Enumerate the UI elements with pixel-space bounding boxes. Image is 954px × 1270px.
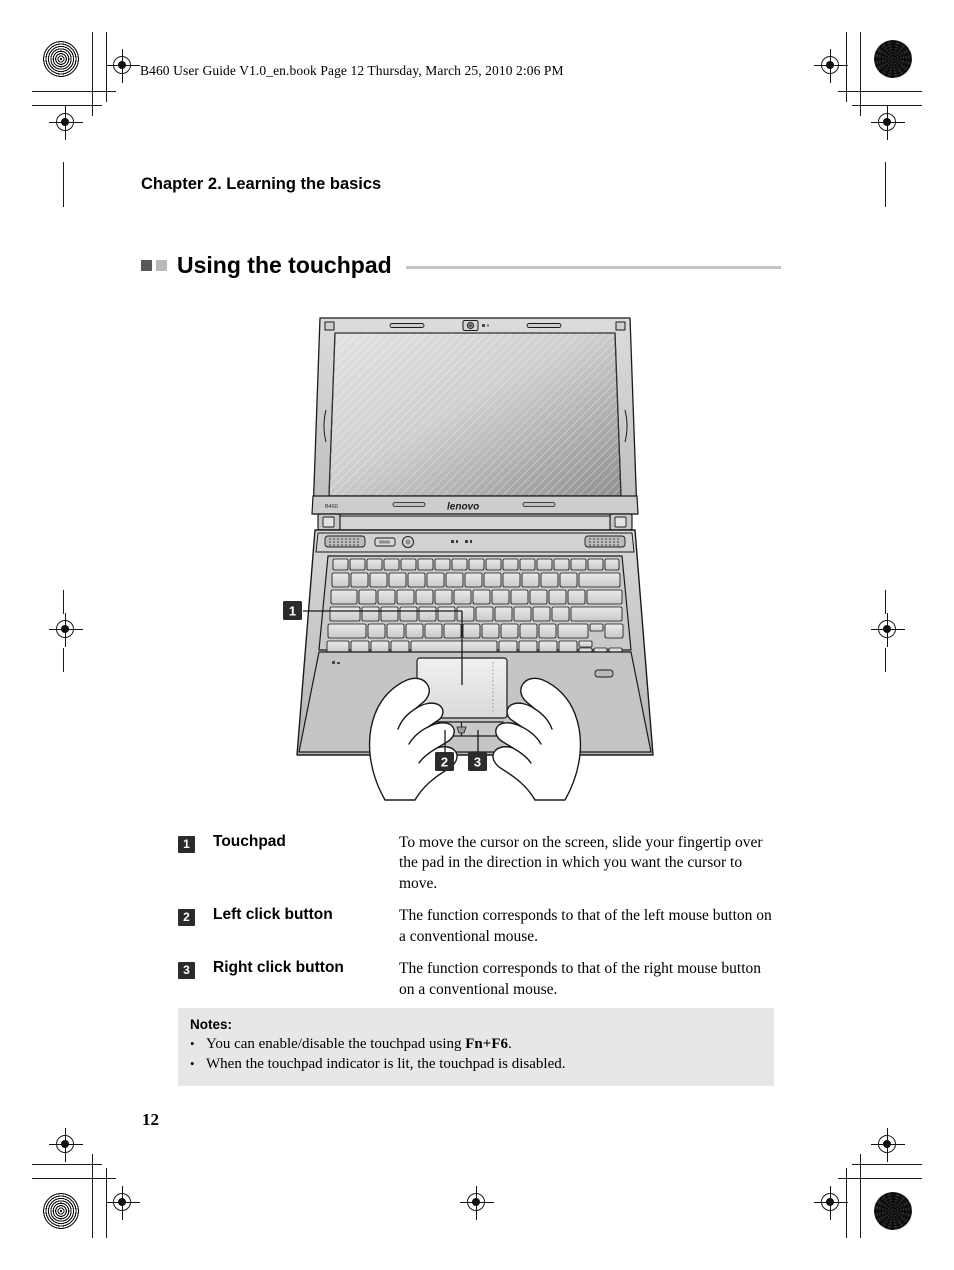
callout-badge-1: 1 [283, 601, 302, 620]
svg-text:3: 3 [474, 755, 481, 770]
halftone-target-top-left [42, 40, 80, 78]
crop-mark [92, 1154, 94, 1238]
crop-mark [885, 162, 887, 207]
svg-text:2: 2 [441, 755, 448, 770]
crop-mark [63, 648, 65, 672]
registration-crosshair [871, 613, 905, 647]
crop-mark [860, 32, 862, 116]
section-rule [405, 266, 781, 269]
callout-description: To move the cursor on the screen, slide … [399, 834, 763, 892]
heading-bullet-dark-icon [141, 260, 152, 271]
callout-label: Touchpad [213, 833, 286, 850]
callout-badge-3: 3 [468, 752, 487, 771]
crop-mark [838, 1178, 922, 1180]
registration-crosshair [460, 1186, 494, 1220]
crop-mark [885, 590, 887, 614]
callout-row: 1 Touchpad To move the cursor on the scr… [178, 833, 778, 894]
callout-badge-2: 2 [435, 752, 454, 771]
halftone-target-bottom-left [42, 1192, 80, 1230]
crop-mark [92, 32, 94, 116]
registration-crosshair [814, 1186, 848, 1220]
note-text: You can enable/disable the touchpad usin… [206, 1034, 512, 1054]
registration-crosshair [871, 106, 905, 140]
note-text-before: When the touchpad indicator is lit, the … [206, 1056, 566, 1073]
note-text-after: . [507, 1036, 512, 1052]
notes-box: Notes: • You can enable/disable the touc… [178, 1008, 774, 1086]
callout-row: 3 Right click button The function corres… [178, 959, 778, 1000]
callout-description: The function corresponds to that of the … [399, 907, 772, 945]
registration-crosshair [49, 1128, 83, 1162]
registration-crosshair [49, 106, 83, 140]
card-slot-icon [594, 669, 614, 678]
callout-description: The function corresponds to that of the … [399, 960, 762, 998]
callout-badge: 2 [178, 909, 195, 927]
callout-badge: 1 [178, 836, 195, 853]
note-text-before: You can enable/disable the touchpad usin… [206, 1036, 466, 1052]
note-item: • You can enable/disable the touchpad us… [190, 1034, 762, 1054]
crop-mark [838, 91, 922, 93]
section-title: Using the touchpad [177, 252, 392, 278]
callout-row: 2 Left click button The function corresp… [178, 906, 778, 947]
note-text-bold: Fn+F6 [465, 1036, 508, 1052]
callout-label: Left click button [213, 906, 333, 924]
crop-mark [32, 1164, 102, 1166]
callout-badge: 3 [178, 962, 195, 980]
registration-crosshair [106, 49, 140, 83]
note-bullet-icon: • [190, 1056, 195, 1072]
chapter-title: Chapter 2. Learning the basics [141, 175, 382, 193]
page-number: 12 [142, 1110, 159, 1129]
lenovo-logo: lenovo [447, 502, 479, 513]
notes-title: Notes: [190, 1017, 233, 1032]
crop-mark [860, 1154, 862, 1238]
laptop-touchpad-illustration: B460 lenovo 1 2 3 [265, 300, 685, 805]
svg-text:1: 1 [289, 604, 296, 619]
halftone-target-top-right [874, 40, 912, 78]
speaker-grille-left [324, 535, 366, 548]
note-item: • When the touchpad indicator is lit, th… [190, 1054, 762, 1074]
running-header: B460 User Guide V1.0_en.book Page 12 Thu… [140, 63, 564, 78]
crop-mark [63, 590, 65, 614]
registration-crosshair [814, 49, 848, 83]
callout-description-list: 1 Touchpad To move the cursor on the scr… [178, 833, 778, 1012]
section-heading: Using the touchpad [141, 254, 781, 277]
crop-mark [32, 1178, 116, 1180]
callout-label: Right click button [213, 959, 344, 977]
note-text: When the touchpad indicator is lit, the … [206, 1054, 566, 1074]
crop-mark [852, 1164, 922, 1166]
registration-crosshair [106, 1186, 140, 1220]
crop-mark [885, 648, 887, 672]
model-label: B460 [325, 504, 338, 510]
crop-mark [63, 162, 65, 207]
speaker-grille-right [584, 535, 626, 548]
heading-bullet-light-icon [156, 260, 167, 271]
registration-crosshair [871, 1128, 905, 1162]
halftone-target-bottom-right [874, 1192, 912, 1230]
note-bullet-icon: • [190, 1036, 195, 1051]
registration-crosshair [49, 613, 83, 647]
crop-mark [32, 91, 116, 93]
